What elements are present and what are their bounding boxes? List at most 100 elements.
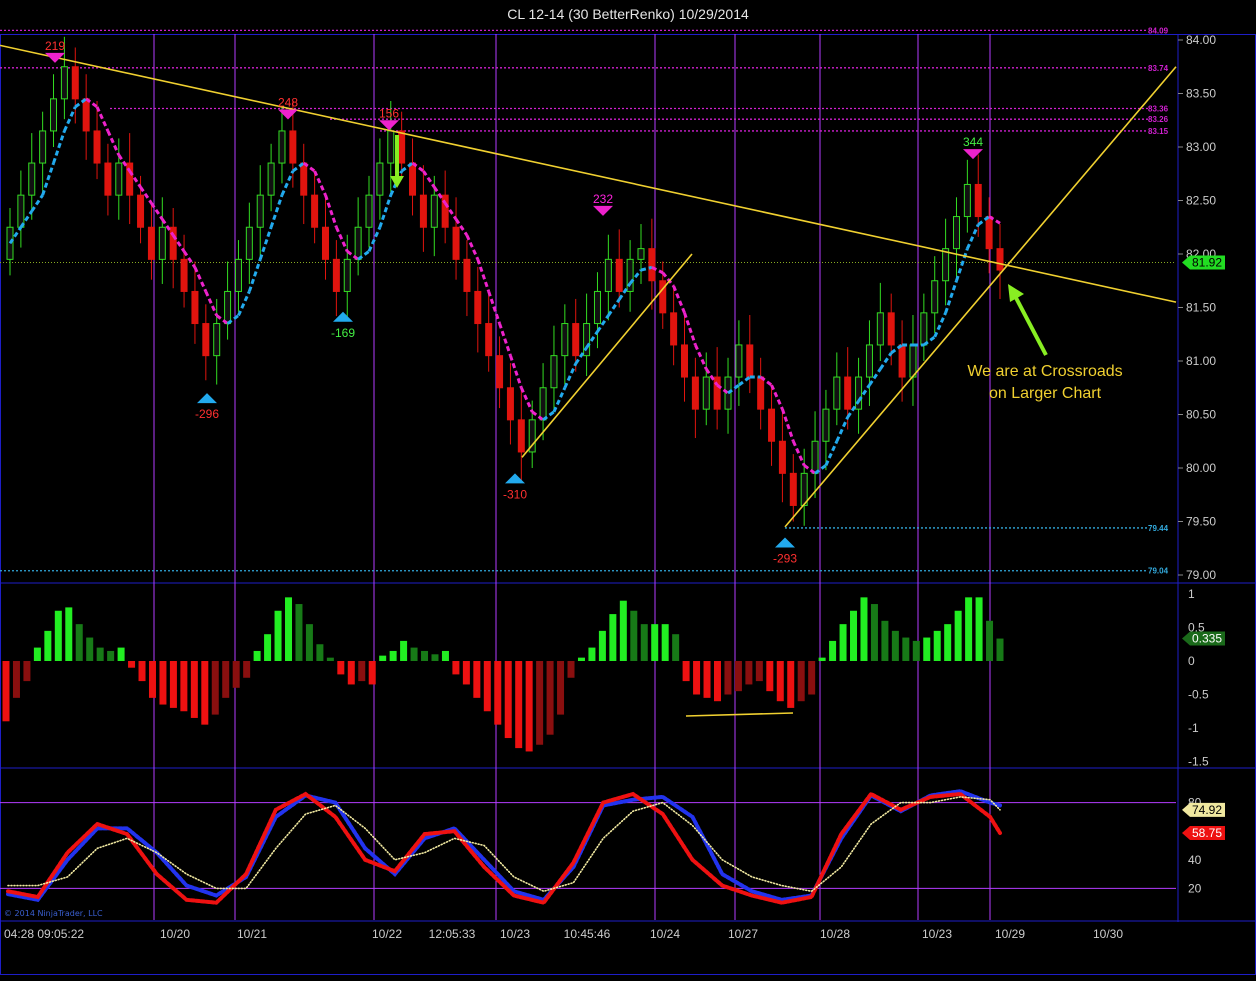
candle-body bbox=[17, 194, 25, 228]
histogram-bar bbox=[2, 661, 10, 722]
price-tick-label: 81.00 bbox=[1186, 354, 1216, 368]
histogram-bar bbox=[65, 607, 73, 661]
candle-body bbox=[180, 258, 188, 292]
candle-body bbox=[485, 323, 493, 357]
swing-high-label: 219 bbox=[45, 39, 65, 53]
candle-body bbox=[811, 440, 819, 474]
candle-body bbox=[39, 130, 47, 164]
histogram-bar bbox=[986, 620, 994, 661]
swing-low-label: -293 bbox=[773, 552, 797, 566]
candle-body bbox=[115, 162, 123, 196]
histogram-bar bbox=[285, 597, 293, 661]
histogram-bar bbox=[410, 647, 418, 661]
candle-body bbox=[289, 130, 297, 164]
candle-body bbox=[865, 344, 873, 378]
histogram-bar bbox=[96, 647, 104, 661]
histogram-bar bbox=[211, 661, 219, 715]
histogram-bar bbox=[431, 654, 439, 661]
histogram-bar bbox=[839, 624, 847, 661]
histogram-bar bbox=[473, 661, 481, 698]
candle-body bbox=[332, 258, 340, 292]
candle-body bbox=[637, 248, 645, 260]
histogram-bar bbox=[295, 604, 303, 661]
histogram-bar bbox=[787, 661, 795, 708]
candle-body bbox=[82, 98, 90, 132]
histogram-bar bbox=[850, 610, 858, 661]
candle-body bbox=[757, 376, 765, 410]
annotation-line-1: We are at Crossroads bbox=[967, 363, 1122, 380]
candle-body bbox=[50, 98, 58, 132]
swing-low-label: -169 bbox=[331, 326, 355, 340]
level-label: 83.15 bbox=[1148, 127, 1169, 136]
osc-value-label: 0.335 bbox=[1192, 632, 1222, 646]
candle-body bbox=[430, 194, 438, 228]
candle-body bbox=[343, 258, 351, 292]
candle-body bbox=[615, 258, 623, 292]
histogram-bar bbox=[128, 661, 136, 668]
histogram-bar bbox=[12, 661, 20, 698]
candle-body bbox=[506, 387, 514, 421]
candle-body bbox=[104, 162, 112, 196]
histogram-bar bbox=[776, 661, 784, 702]
histogram-bar bbox=[222, 661, 230, 698]
histogram-bar bbox=[923, 637, 931, 661]
stoch-tick-label: 40 bbox=[1188, 853, 1202, 867]
candle-body bbox=[583, 323, 591, 357]
candle-body bbox=[28, 162, 36, 196]
histogram-bar bbox=[148, 661, 156, 698]
histogram-bar bbox=[672, 634, 680, 661]
histogram-bar bbox=[881, 620, 889, 661]
histogram-bar bbox=[651, 624, 659, 661]
chart-window: CL 12-14 (30 BetterRenko) 10/29/2014 84.… bbox=[0, 0, 1256, 976]
histogram-bar bbox=[933, 630, 941, 661]
histogram-bar bbox=[619, 600, 627, 661]
time-axis-label: 10/22 bbox=[372, 927, 402, 941]
histogram-bar bbox=[870, 604, 878, 661]
histogram-bar bbox=[389, 650, 397, 661]
candle-body bbox=[71, 66, 79, 100]
candle-body bbox=[60, 66, 68, 100]
histogram-bar bbox=[536, 661, 544, 745]
price-tick-label: 79.00 bbox=[1186, 568, 1216, 582]
candle-body bbox=[691, 376, 699, 410]
candle-body bbox=[137, 194, 145, 228]
candle-body bbox=[463, 258, 471, 292]
price-tick-label: 82.50 bbox=[1186, 194, 1216, 208]
candle-body bbox=[887, 312, 895, 346]
time-axis-label: 10/30 bbox=[1093, 927, 1123, 941]
histogram-bar bbox=[44, 630, 52, 661]
histogram-bar bbox=[577, 657, 585, 661]
chart-background bbox=[0, 0, 1256, 976]
histogram-bar bbox=[724, 661, 732, 695]
stoch-d-label: 74.92 bbox=[1192, 803, 1222, 817]
candle-body bbox=[681, 344, 689, 378]
histogram-bar bbox=[808, 661, 816, 695]
candle-body bbox=[278, 130, 286, 164]
candle-body bbox=[441, 194, 449, 228]
candle-body bbox=[876, 312, 884, 346]
candle-body bbox=[387, 130, 395, 164]
candle-body bbox=[648, 248, 656, 282]
candle-body bbox=[898, 344, 906, 378]
histogram-bar bbox=[400, 640, 408, 661]
candle-body bbox=[931, 280, 939, 314]
candle-body bbox=[735, 344, 743, 378]
level-label: 84.09 bbox=[1148, 26, 1169, 35]
time-axis-label: 10:45:46 bbox=[564, 927, 611, 941]
candle-body bbox=[768, 408, 776, 442]
candle-body bbox=[147, 226, 155, 260]
candle-body bbox=[93, 130, 101, 164]
histogram-bar bbox=[347, 661, 355, 685]
histogram-bar bbox=[180, 661, 188, 712]
candle-body bbox=[496, 355, 504, 389]
time-axis-label: 04:28 09:05:22 bbox=[4, 927, 84, 941]
chart-svg[interactable]: CL 12-14 (30 BetterRenko) 10/29/2014 84.… bbox=[0, 0, 1256, 976]
time-axis-label: 10/24 bbox=[650, 927, 680, 941]
histogram-bar bbox=[713, 661, 721, 702]
candle-body bbox=[474, 290, 482, 325]
candle-body bbox=[822, 408, 830, 442]
candle-body bbox=[321, 226, 329, 260]
level-label: 83.26 bbox=[1148, 115, 1169, 124]
swing-high-label: 248 bbox=[278, 96, 298, 110]
candle-body bbox=[191, 290, 199, 325]
